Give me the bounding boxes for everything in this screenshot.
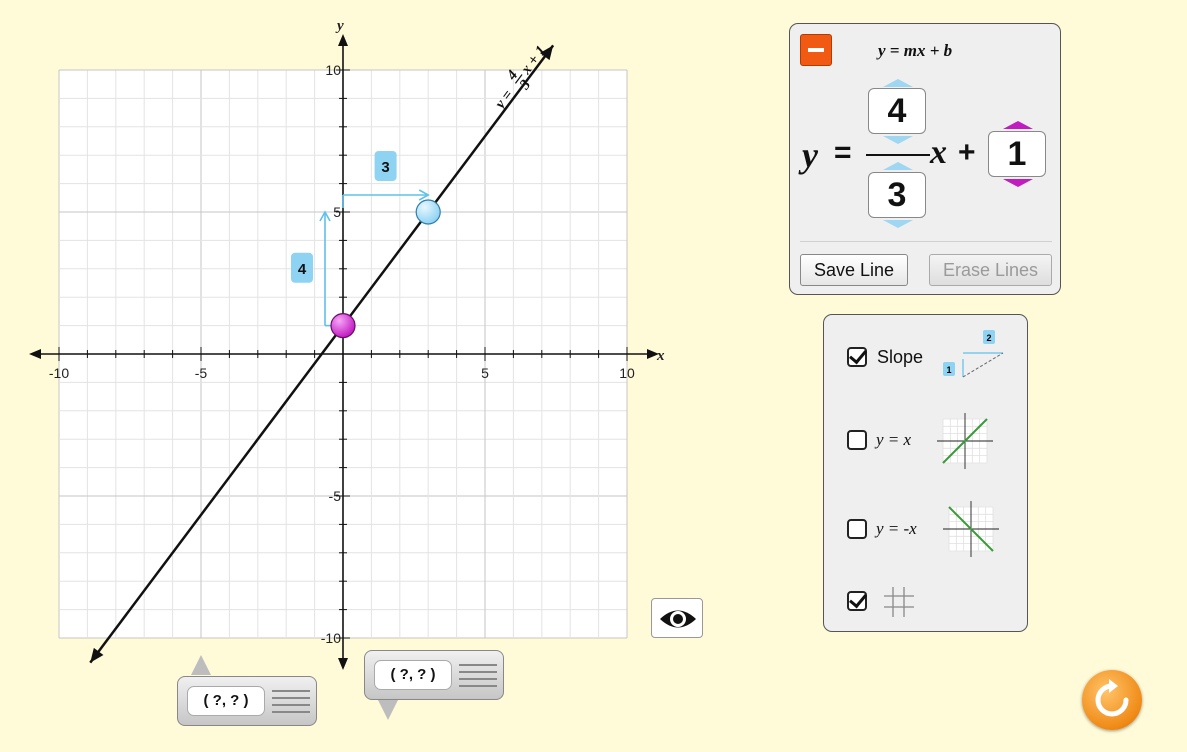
intercept-spinner[interactable]: 1 [988,131,1046,177]
numerator-down-arrow[interactable] [883,136,913,144]
x-tick-label: -10 [49,365,69,381]
slope-point-handle[interactable] [415,199,441,225]
equation-plus: + [958,136,976,169]
slope-label: Slope [877,347,924,367]
y-tick-label: -10 [321,630,341,646]
graph-area[interactable]: xy -10 -5 5 10105-5-10 y =43x + 1 43 [0,0,720,700]
line-arrow-start [90,647,104,663]
readout-pointer-down [378,700,398,720]
menu-lines-icon [459,664,497,692]
coordinate-value: ( ?, ? ) [187,686,265,716]
reset-button[interactable] [1082,670,1142,730]
rise-label: 4 [298,261,307,278]
y-axis-name: y [335,18,344,34]
x-axis-name: x [656,348,665,364]
equation-y-symbol: y [802,135,818,175]
readout-pointer-up [191,655,211,675]
x-tick-label: 10 [619,365,635,381]
intercept-up-arrow[interactable] [1003,121,1033,129]
options-panel: Slope 2 1 y = x y = -x [823,314,1028,632]
fraction-bar [866,154,930,156]
y-equals-x-checkbox[interactable] [847,430,867,450]
save-line-button[interactable]: Save Line [800,254,908,286]
intercept-down-arrow[interactable] [1003,179,1033,187]
y-equals-x-label: y = x [876,430,912,449]
y-axis-top-arrow [338,34,348,46]
denominator-down-arrow[interactable] [883,220,913,228]
numerator-up-arrow[interactable] [883,79,913,87]
y-equals-neg-x-thumbnail-icon [943,501,999,557]
x-axis-left-arrow [29,349,41,359]
slope-checkbox[interactable] [847,347,867,367]
erase-lines-button[interactable]: Erase Lines [929,254,1052,286]
y-equals-x-thumbnail-icon [937,413,993,469]
grid-icon [884,587,914,617]
y-equals-neg-x-label: y = -x [876,519,917,538]
y-tick-label: 5 [333,204,341,220]
equation-panel: y = mx + b y = 4 3 x + 1 Save Line Erase… [789,23,1061,295]
menu-lines-icon [272,690,310,718]
collapse-minus-button[interactable] [800,34,832,66]
coordinate-readout-slope-point[interactable]: ( ?, ? ) [364,650,504,700]
x-tick-label: 5 [481,365,489,381]
coordinate-readout-intercept[interactable]: ( ?, ? ) [177,676,317,726]
intercept-point-handle[interactable] [330,313,356,339]
denominator-up-arrow[interactable] [883,162,913,170]
thumb-run-label: 2 [986,333,991,343]
panel-divider [800,241,1052,242]
equation-equals: = [834,136,852,169]
equation-header: y = mx + b [878,41,953,60]
y-tick-label: -5 [329,488,342,504]
thumb-rise-label: 1 [946,365,951,375]
show-hide-eye-button[interactable] [651,598,703,638]
numerator-spinner[interactable]: 4 [868,88,926,134]
run-label: 3 [381,159,389,176]
eye-icon [660,610,696,628]
denominator-spinner[interactable]: 3 [868,172,926,218]
y-tick-label: 10 [325,62,341,78]
x-tick-label: -5 [195,365,208,381]
coordinate-value: ( ?, ? ) [374,660,452,690]
grid-checkbox[interactable] [847,591,867,611]
equation-x-symbol: x [930,134,947,171]
slope-thumbnail-icon: 2 1 [943,330,1004,378]
reset-icon [1095,679,1129,717]
y-equals-neg-x-checkbox[interactable] [847,519,867,539]
y-axis-bottom-arrow [338,658,348,670]
